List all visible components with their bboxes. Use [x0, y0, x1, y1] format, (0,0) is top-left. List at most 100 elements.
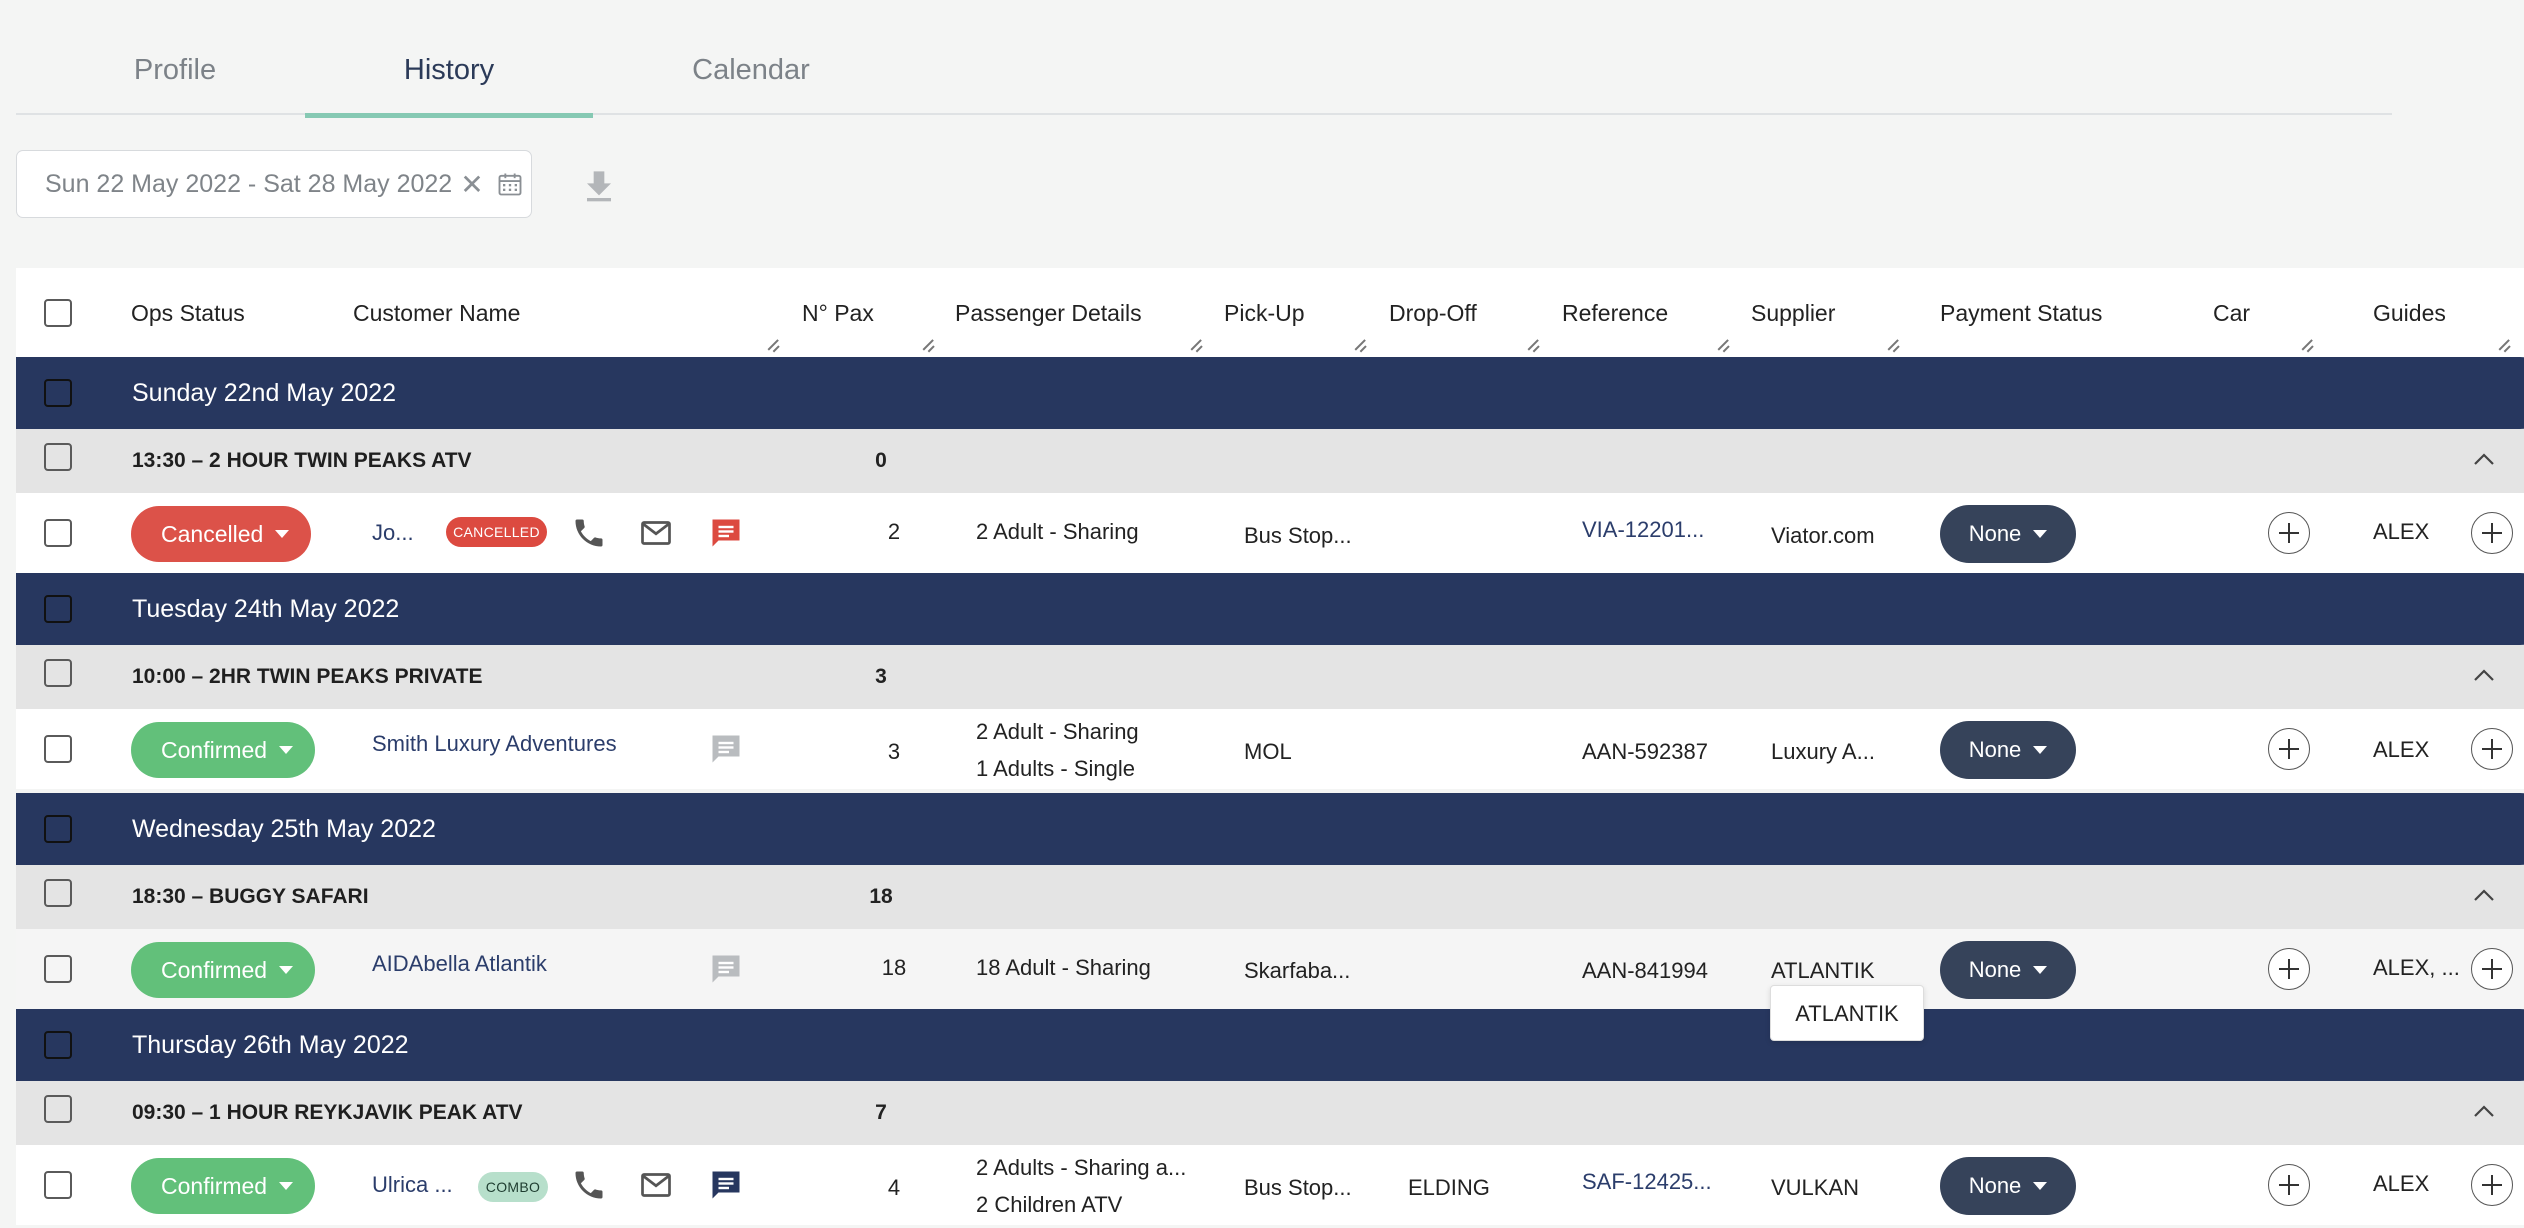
customer-name-link[interactable]: Jo...	[372, 493, 414, 573]
add-car-button[interactable]	[2268, 948, 2310, 990]
tour-group-row[interactable]: 09:30 – 1 HOUR REYKJAVIK PEAK ATV 7	[16, 1081, 2524, 1145]
reference-link[interactable]: SAF-12425...	[1582, 1169, 1712, 1195]
supplier-name: VULKAN	[1771, 1175, 1860, 1200]
ops-status-dropdown[interactable]: Confirmed	[131, 722, 315, 778]
col-car[interactable]: Car	[2213, 268, 2250, 358]
table-row[interactable]: Cancelled Jo... CANCELLED 2 2 Adult - Sh…	[16, 493, 2524, 573]
chevron-up-icon[interactable]	[2473, 667, 2495, 683]
chevron-down-icon	[279, 1182, 294, 1190]
col-guides[interactable]: Guides	[2373, 268, 2446, 358]
day-label: Thursday 26th May 2022	[132, 1031, 409, 1059]
column-resize-handle[interactable]	[1353, 338, 1367, 352]
col-payment-status[interactable]: Payment Status	[1940, 268, 2102, 358]
col-dropoff[interactable]: Drop-Off	[1389, 268, 1477, 358]
customer-name-link[interactable]: Smith Luxury Adventures	[372, 709, 617, 779]
row-checkbox[interactable]	[44, 519, 72, 547]
add-car-button[interactable]	[2268, 728, 2310, 770]
add-guide-button[interactable]	[2471, 512, 2513, 554]
ops-status-dropdown[interactable]: Confirmed	[131, 942, 315, 998]
tour-group-row[interactable]: 13:30 – 2 HOUR TWIN PEAKS ATV 0	[16, 429, 2524, 493]
status-badge: CANCELLED	[446, 517, 547, 547]
col-pax[interactable]: N° Pax	[802, 268, 874, 358]
tour-label: 10:00 – 2HR TWIN PEAKS PRIVATE	[132, 665, 483, 688]
add-guide-button[interactable]	[2471, 948, 2513, 990]
col-pickup[interactable]: Pick-Up	[1224, 268, 1305, 358]
chevron-up-icon[interactable]	[2473, 1103, 2495, 1119]
date-range-picker[interactable]: Sun 22 May 2022 - Sat 28 May 2022 ✕	[16, 150, 532, 218]
reference-link[interactable]: AAN-592387	[1582, 739, 1708, 765]
column-resize-handle[interactable]	[2300, 338, 2314, 352]
payment-status-dropdown[interactable]: None	[1940, 721, 2076, 779]
add-car-button[interactable]	[2268, 512, 2310, 554]
tab-calendar[interactable]: Calendar	[651, 0, 851, 115]
col-passenger-details[interactable]: Passenger Details	[955, 268, 1142, 358]
payment-status-dropdown[interactable]: None	[1940, 941, 2076, 999]
table-row[interactable]: Confirmed Ulrica ... COMBO 4 2 Adults - …	[16, 1145, 2524, 1225]
column-resize-handle[interactable]	[1886, 338, 1900, 352]
column-resize-handle[interactable]	[1716, 338, 1730, 352]
message-icon[interactable]	[708, 951, 744, 987]
row-checkbox[interactable]	[44, 735, 72, 763]
col-ops-status[interactable]: Ops Status	[131, 268, 245, 358]
reference-link[interactable]: AAN-841994	[1582, 958, 1708, 984]
ops-status-dropdown[interactable]: Cancelled	[131, 506, 311, 562]
table-row[interactable]: Confirmed Smith Luxury Adventures 3 2 Ad…	[16, 709, 2524, 789]
row-checkbox[interactable]	[44, 955, 72, 983]
customer-name-link[interactable]: Ulrica ...	[372, 1145, 453, 1225]
day-checkbox[interactable]	[44, 815, 72, 843]
reference-link[interactable]: VIA-12201...	[1582, 517, 1704, 543]
row-checkbox[interactable]	[44, 1171, 72, 1199]
tab-profile[interactable]: Profile	[104, 0, 246, 115]
phone-icon[interactable]	[571, 1167, 607, 1203]
day-group-row[interactable]: Tuesday 24th May 2022	[16, 573, 2524, 645]
day-group-row[interactable]: Wednesday 25th May 2022	[16, 793, 2524, 865]
tour-group-row[interactable]: 10:00 – 2HR TWIN PEAKS PRIVATE 3	[16, 645, 2524, 709]
day-checkbox[interactable]	[44, 595, 72, 623]
add-car-button[interactable]	[2268, 1164, 2310, 1206]
day-checkbox[interactable]	[44, 379, 72, 407]
chevron-up-icon[interactable]	[2473, 451, 2495, 467]
download-icon[interactable]	[583, 168, 615, 204]
customer-name-link[interactable]: AIDAbella Atlantik	[372, 929, 547, 999]
pickup-location: Bus Stop...	[1244, 1175, 1352, 1200]
message-icon[interactable]	[708, 1167, 744, 1203]
tour-checkbox[interactable]	[44, 1095, 72, 1123]
guides-value: ALEX	[2373, 737, 2430, 762]
passenger-details: 18 Adult - Sharing	[976, 955, 1151, 980]
tour-label: 09:30 – 1 HOUR REYKJAVIK PEAK ATV	[132, 1101, 523, 1124]
phone-icon[interactable]	[571, 515, 607, 551]
tour-group-row[interactable]: 18:30 – BUGGY SAFARI 18	[16, 865, 2524, 929]
ops-status-dropdown[interactable]: Confirmed	[131, 1158, 315, 1214]
column-resize-handle[interactable]	[1526, 338, 1540, 352]
day-group-row[interactable]: Thursday 26th May 2022	[16, 1009, 2524, 1081]
message-icon[interactable]	[708, 731, 744, 767]
column-resize-handle[interactable]	[766, 338, 780, 352]
column-resize-handle[interactable]	[1189, 338, 1203, 352]
date-range-value: Sun 22 May 2022 - Sat 28 May 2022	[45, 169, 453, 198]
add-guide-button[interactable]	[2471, 728, 2513, 770]
clear-icon[interactable]: ✕	[460, 168, 483, 201]
tour-checkbox[interactable]	[44, 879, 72, 907]
chevron-down-icon	[2033, 530, 2048, 538]
mail-icon[interactable]	[638, 515, 674, 551]
message-icon[interactable]	[708, 515, 744, 551]
column-resize-handle[interactable]	[2497, 338, 2511, 352]
payment-status-dropdown[interactable]: None	[1940, 505, 2076, 563]
payment-status-dropdown[interactable]: None	[1940, 1157, 2076, 1215]
mail-icon[interactable]	[638, 1167, 674, 1203]
tour-checkbox[interactable]	[44, 659, 72, 687]
tab-history[interactable]: History	[305, 0, 593, 118]
column-resize-handle[interactable]	[921, 338, 935, 352]
ops-status-label: Confirmed	[161, 736, 268, 763]
table-row[interactable]: Confirmed AIDAbella Atlantik 18 18 Adult…	[16, 929, 2524, 1009]
tour-checkbox[interactable]	[44, 443, 72, 471]
calendar-icon[interactable]	[496, 170, 524, 198]
add-guide-button[interactable]	[2471, 1164, 2513, 1206]
chevron-up-icon[interactable]	[2473, 887, 2495, 903]
col-supplier[interactable]: Supplier	[1751, 268, 1835, 358]
col-customer-name[interactable]: Customer Name	[353, 268, 520, 358]
select-all-checkbox[interactable]	[44, 299, 72, 327]
day-group-row[interactable]: Sunday 22nd May 2022	[16, 357, 2524, 429]
day-checkbox[interactable]	[44, 1031, 72, 1059]
col-reference[interactable]: Reference	[1562, 268, 1668, 358]
